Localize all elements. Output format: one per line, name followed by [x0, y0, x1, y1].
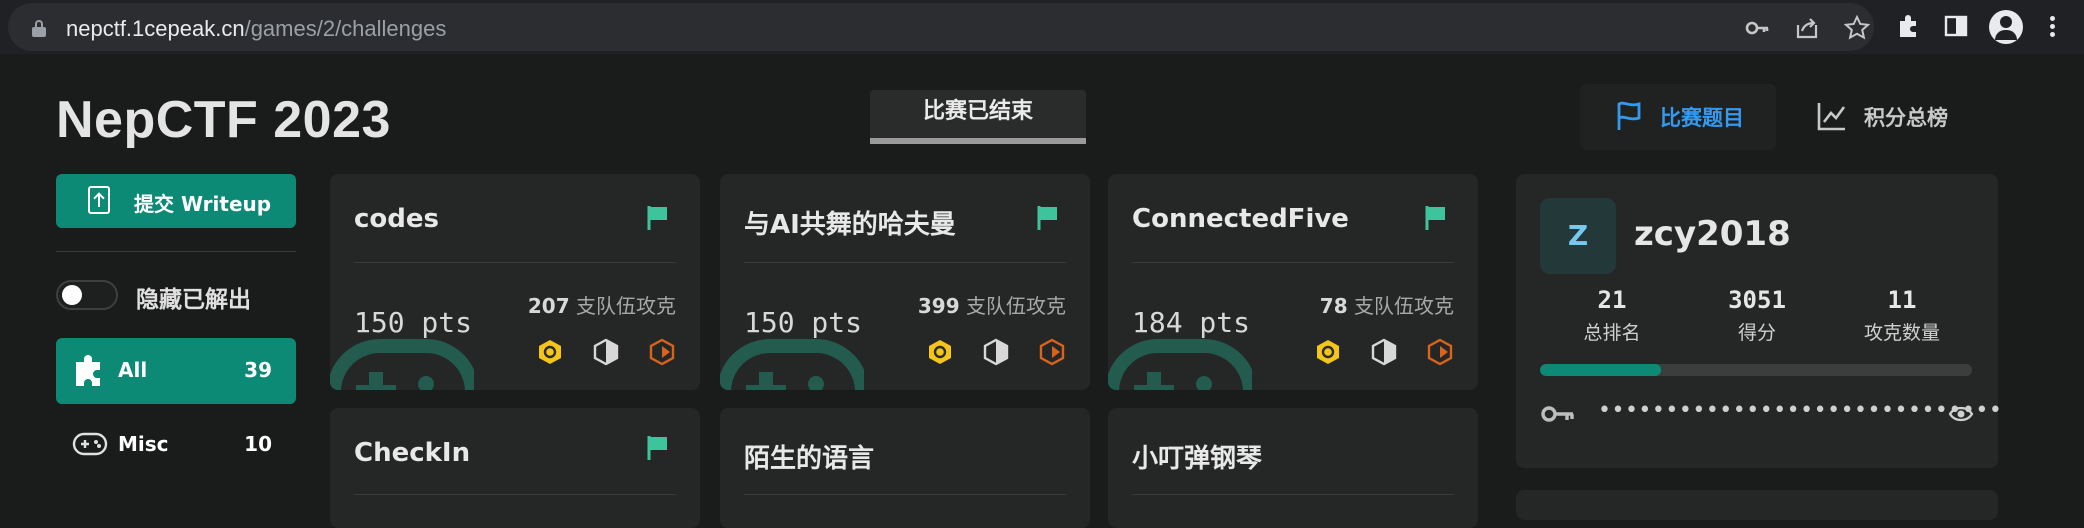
flag-icon[interactable] [1614, 100, 1644, 136]
side-panel-icon[interactable] [1942, 12, 1970, 40]
challenge-solves: 207 支队伍攻克 [527, 294, 676, 318]
category-count: 39 [244, 358, 272, 382]
blood-badges [926, 338, 1066, 366]
browser-menu-icon[interactable] [2050, 16, 2056, 38]
challenge-card[interactable]: 与AI共舞的哈夫曼 150 pts 399 支队伍攻克 [720, 174, 1090, 390]
third-blood-icon [649, 338, 675, 366]
second-blood-icon [983, 338, 1009, 366]
first-blood-icon [1317, 340, 1339, 364]
key-icon[interactable] [1744, 15, 1770, 41]
extensions-puzzle-icon[interactable] [1895, 12, 1923, 40]
game-status-tab: 比赛已结束 [870, 90, 1086, 144]
url-text[interactable]: nepctf.1cepeak.cn/games/2/challenges [66, 16, 446, 42]
file-upload-icon [88, 186, 110, 214]
profile-avatar-icon[interactable] [1989, 10, 2023, 44]
challenge-title: CheckIn [354, 438, 471, 468]
hide-solved-label[interactable]: 隐藏已解出 [136, 280, 251, 314]
challenge-solves: 78 支队伍攻克 [1319, 294, 1454, 318]
site-title[interactable]: NepCTF 2023 [56, 90, 391, 150]
challenge-card[interactable]: 小叮弹钢琴 [1108, 408, 1478, 528]
challenge-title: 小叮弹钢琴 [1132, 444, 1263, 474]
flag-icon [1425, 206, 1445, 230]
first-blood-icon [539, 340, 561, 364]
hide-solved-toggle[interactable] [56, 280, 118, 310]
chart-line-icon[interactable] [1816, 100, 1848, 136]
browser-toolbar: nepctf.1cepeak.cn/games/2/challenges [0, 0, 2084, 54]
challenge-points: 150 pts [744, 306, 863, 339]
token-masked[interactable]: •••••••••••••••••••••••••••••• [1598, 398, 2002, 423]
divider [744, 262, 1066, 263]
blood-badges [1314, 338, 1454, 366]
divider [354, 494, 676, 495]
toggle-knob [62, 285, 82, 305]
profile-card: Z zcy2018 21 总排名 3051 得分 11 攻克数量 •••••••… [1516, 174, 2002, 468]
challenge-title: codes [354, 204, 439, 234]
divider [744, 494, 1066, 495]
username: zcy2018 [1634, 214, 1791, 254]
stat-solved: 11 攻克数量 [1863, 286, 1940, 344]
second-blood-icon [1371, 338, 1397, 366]
challenge-card[interactable]: 陌生的语言 [720, 408, 1090, 528]
secondary-card [1516, 490, 1998, 520]
team-token: •••••••••••••••••••••••••••••• [1540, 398, 2002, 430]
eye-icon[interactable] [1948, 404, 1974, 424]
nav-scoreboard[interactable]: 积分总榜 [1864, 102, 1948, 132]
category-name: All [118, 358, 148, 382]
submit-writeup-button[interactable]: 提交 Writeup [56, 174, 296, 228]
flag-icon [647, 206, 667, 230]
flag-icon [1037, 206, 1057, 230]
submit-writeup-label: 提交 Writeup [134, 192, 272, 216]
bookmark-star-icon[interactable] [1843, 14, 1871, 41]
page: NepCTF 2023 比赛已结束 比赛题目 积分总榜 提交 Writeup 隐… [0, 54, 2084, 528]
challenge-card[interactable]: ConnectedFive 184 pts 78 支队伍攻克 [1108, 174, 1478, 390]
gamepad-icon [72, 426, 108, 462]
share-icon[interactable] [1794, 15, 1820, 41]
flag-icon [647, 436, 667, 460]
puzzle-icon [72, 352, 108, 388]
divider [1132, 262, 1454, 263]
first-blood-icon [929, 340, 951, 364]
key-icon[interactable] [1540, 402, 1576, 426]
divider [56, 251, 296, 252]
user-avatar: Z [1540, 198, 1616, 274]
third-blood-icon [1039, 338, 1065, 366]
challenge-points: 184 pts [1132, 306, 1251, 339]
challenge-title: ConnectedFive [1132, 204, 1349, 234]
category-misc[interactable]: Misc 10 [56, 412, 296, 478]
challenge-title: 陌生的语言 [744, 444, 875, 474]
challenge-card[interactable]: codes 150 pts 207 支队伍攻克 [330, 174, 700, 390]
category-count: 10 [244, 432, 272, 456]
divider [1132, 494, 1454, 495]
nav-challenges[interactable]: 比赛题目 [1660, 102, 1744, 132]
progress-fill [1540, 364, 1661, 376]
address-bar[interactable]: nepctf.1cepeak.cn/games/2/challenges [8, 3, 1874, 51]
challenge-solves: 399 支队伍攻克 [917, 294, 1066, 318]
stat-rank: 21 总排名 [1583, 286, 1641, 344]
challenge-points: 150 pts [354, 306, 473, 339]
progress-bar [1540, 364, 1972, 376]
challenge-card[interactable]: CheckIn [330, 408, 700, 528]
third-blood-icon [1427, 338, 1453, 366]
challenge-title: 与AI共舞的哈夫曼 [744, 210, 956, 240]
divider [354, 262, 676, 263]
lock-icon[interactable] [32, 20, 46, 37]
blood-badges [536, 338, 676, 366]
stat-score: 3051 得分 [1728, 286, 1786, 344]
category-name: Misc [118, 432, 169, 456]
second-blood-icon [593, 338, 619, 366]
category-all[interactable]: All 39 [56, 338, 296, 404]
